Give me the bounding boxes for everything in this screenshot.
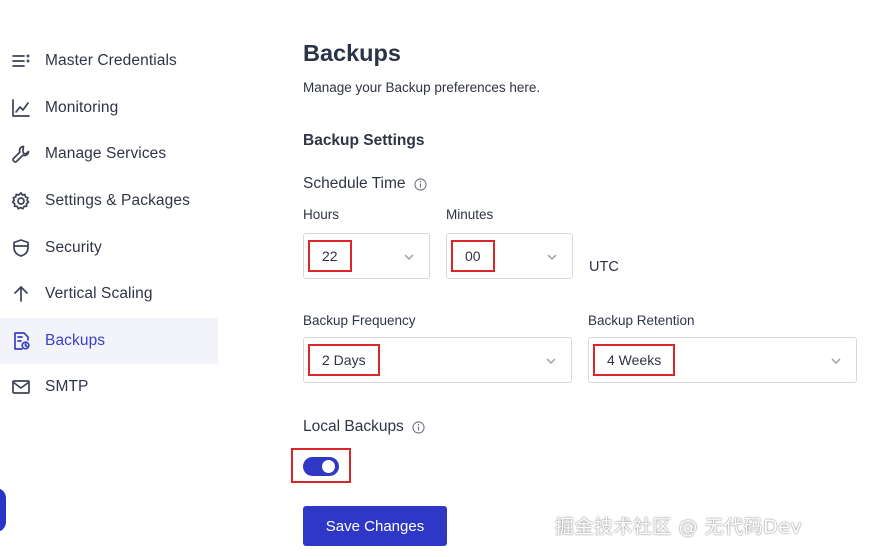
minutes-select[interactable]: 00 xyxy=(446,233,573,279)
sidebar-item-label: Monitoring xyxy=(45,98,119,116)
sidebar-item-label: Security xyxy=(45,238,102,256)
sidebar-item-master-credentials[interactable]: Master Credentials xyxy=(0,38,220,85)
schedule-time-text: Schedule Time xyxy=(303,175,406,192)
main-content: Backups Manage your Backup preferences h… xyxy=(291,0,873,557)
sidebar-item-label: Settings & Packages xyxy=(45,192,190,210)
sidebar-item-label: SMTP xyxy=(45,378,89,396)
schedule-time-label: Schedule Time xyxy=(303,175,427,193)
info-icon[interactable] xyxy=(412,420,425,434)
sidebar-item-security[interactable]: Security xyxy=(0,224,220,271)
sidebar-item-monitoring[interactable]: Monitoring xyxy=(0,85,220,132)
arrow-up-icon xyxy=(10,283,32,305)
sidebar-item-smtp[interactable]: SMTP xyxy=(0,364,220,411)
hours-value: 22 xyxy=(308,240,352,272)
backup-retention-label: Backup Retention xyxy=(588,313,695,328)
local-backups-toggle[interactable] xyxy=(303,457,339,476)
backup-frequency-value: 2 Days xyxy=(308,344,380,376)
help-widget-edge[interactable] xyxy=(0,488,6,532)
timezone-label: UTC xyxy=(589,259,619,275)
save-changes-button[interactable]: Save Changes xyxy=(303,506,447,546)
chevron-down-icon xyxy=(546,250,558,262)
gear-icon xyxy=(10,190,32,212)
watermark: 掘金技术社区 @ 无代码Dev xyxy=(555,516,803,538)
sidebar-item-manage-services[interactable]: Manage Services xyxy=(0,131,220,178)
backup-frequency-select[interactable]: 2 Days xyxy=(303,337,572,383)
wrench-icon xyxy=(10,143,32,165)
backup-retention-value: 4 Weeks xyxy=(593,344,676,376)
sidebar-item-label: Master Credentials xyxy=(45,52,177,70)
sidebar-item-label: Backups xyxy=(45,331,106,349)
minutes-label: Minutes xyxy=(446,207,494,222)
hours-select[interactable]: 22 xyxy=(303,233,430,279)
page-description: Manage your Backup preferences here. xyxy=(303,80,541,95)
chevron-down-icon xyxy=(403,250,415,262)
info-icon[interactable] xyxy=(413,177,427,191)
sidebar: Master Credentials Monitoring Manage Ser… xyxy=(0,38,220,411)
sidebar-item-vertical-scaling[interactable]: Vertical Scaling xyxy=(0,271,220,318)
sidebar-item-label: Manage Services xyxy=(45,145,167,163)
sidebar-item-backups[interactable]: Backups xyxy=(0,317,218,365)
chevron-down-icon xyxy=(545,354,557,366)
backup-file-icon xyxy=(10,330,32,352)
local-backups-text: Local Backups xyxy=(303,418,404,435)
backup-retention-select[interactable]: 4 Weeks xyxy=(588,337,857,383)
section-title: Backup Settings xyxy=(303,132,425,149)
shield-icon xyxy=(10,237,32,259)
list-icon xyxy=(10,50,32,72)
local-backups-label: Local Backups xyxy=(303,418,425,436)
chart-line-icon xyxy=(10,97,32,119)
backup-frequency-label: Backup Frequency xyxy=(303,313,416,328)
hours-label: Hours xyxy=(303,207,340,222)
sidebar-item-label: Vertical Scaling xyxy=(45,285,153,303)
chevron-down-icon xyxy=(830,354,842,366)
mail-icon xyxy=(10,376,32,398)
toggle-knob xyxy=(322,460,335,473)
minutes-value: 00 xyxy=(451,240,495,272)
page-title: Backups xyxy=(303,40,401,66)
sidebar-item-settings-packages[interactable]: Settings & Packages xyxy=(0,178,220,225)
